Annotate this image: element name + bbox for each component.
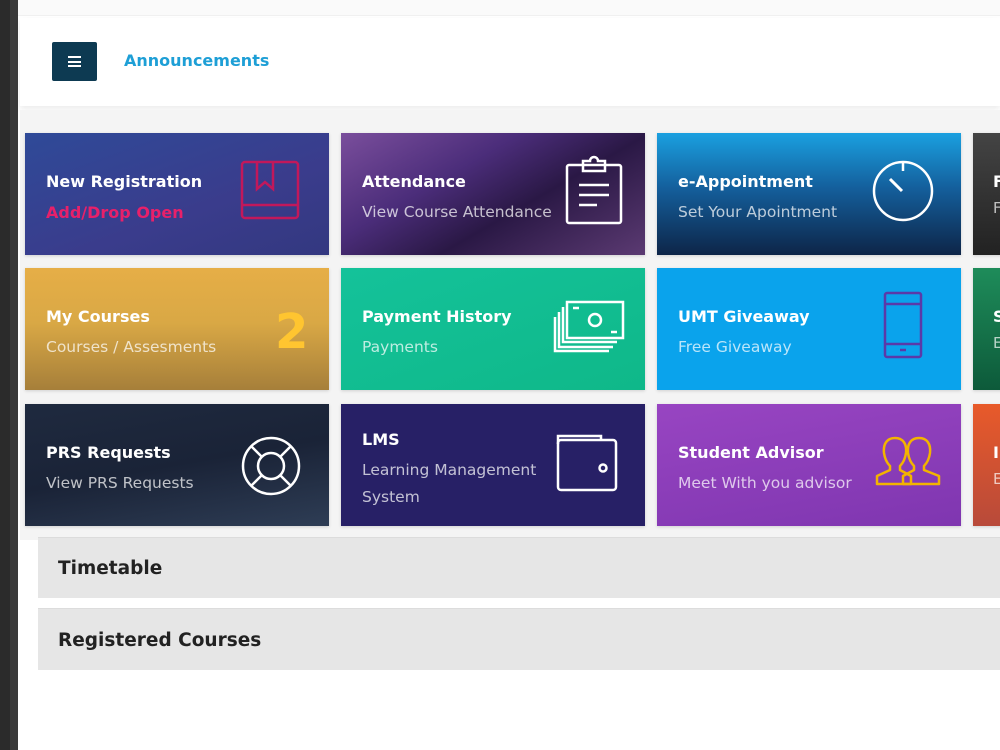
card-attendance[interactable]: Attendance View Course Attendance [341,133,645,255]
book-icon [240,160,300,220]
clipboard-icon [565,155,623,225]
panel-title: Registered Courses [58,630,262,651]
announcements-link[interactable]: Announcements [124,51,269,70]
card-student-advisor[interactable]: Student Advisor Meet With you advisor [657,404,961,526]
card-subtitle: F [993,199,1000,217]
card-subtitle: Courses / Assesments [46,338,217,356]
card-partial-3[interactable]: I E [973,404,1000,526]
card-subtitle: Free Giveaway [678,338,792,356]
card-title: F [993,172,1000,191]
top-bar [18,0,1000,16]
card-title: PRS Requests [46,443,171,462]
card-title: Payment History [362,307,512,326]
card-my-courses[interactable]: My Courses Courses / Assesments 2 [25,268,329,390]
card-subtitle: View Course Attendance [362,203,552,221]
card-prs-requests[interactable]: PRS Requests View PRS Requests [25,404,329,526]
wallet-icon [556,434,618,492]
card-subtitle-line-2: System [362,488,420,506]
card-partial-1[interactable]: F F [973,133,1000,255]
card-title: e-Appointment [678,172,813,191]
left-edge-strip [0,0,18,750]
timer-icon [872,160,934,222]
card-subtitle: E [993,334,1000,352]
timetable-panel[interactable]: Timetable [38,537,1000,598]
card-title: My Courses [46,307,150,326]
card-title: Attendance [362,172,466,191]
card-title: I [993,443,999,462]
course-count: 2 [275,304,309,360]
lifebuoy-icon [241,436,301,496]
card-subtitle: Add/Drop Open [46,203,184,222]
registered-courses-panel[interactable]: Registered Courses [38,608,1000,670]
card-subtitle-line-1: Learning Management [362,461,537,479]
card-subtitle: View PRS Requests [46,474,194,492]
card-title: Student Advisor [678,443,824,462]
card-title: S [993,307,1000,326]
panel-title: Timetable [58,558,163,579]
card-payment-history[interactable]: Payment History Payments [341,268,645,390]
card-subtitle: Set Your Apointment [678,203,838,221]
mobile-phone-icon [883,291,923,359]
card-lms[interactable]: LMS Learning Management System [341,404,645,526]
card-subtitle: Learning Management System [362,457,536,511]
card-new-registration[interactable]: New Registration Add/Drop Open [25,133,329,255]
card-title: LMS [362,430,400,449]
money-icon [553,300,625,353]
users-icon [875,436,941,486]
card-partial-2[interactable]: S E [973,268,1000,390]
card-subtitle: Payments [362,338,438,356]
page-header: Announcements [20,18,1000,106]
card-subtitle: E [993,470,1000,488]
hamburger-menu-icon [68,56,81,67]
menu-toggle-button[interactable] [52,42,97,81]
card-title: UMT Giveaway [678,307,810,326]
card-umt-giveaway[interactable]: UMT Giveaway Free Giveaway [657,268,961,390]
card-subtitle: Meet With you advisor [678,474,852,492]
card-e-appointment[interactable]: e-Appointment Set Your Apointment [657,133,961,255]
card-title: New Registration [46,172,203,191]
